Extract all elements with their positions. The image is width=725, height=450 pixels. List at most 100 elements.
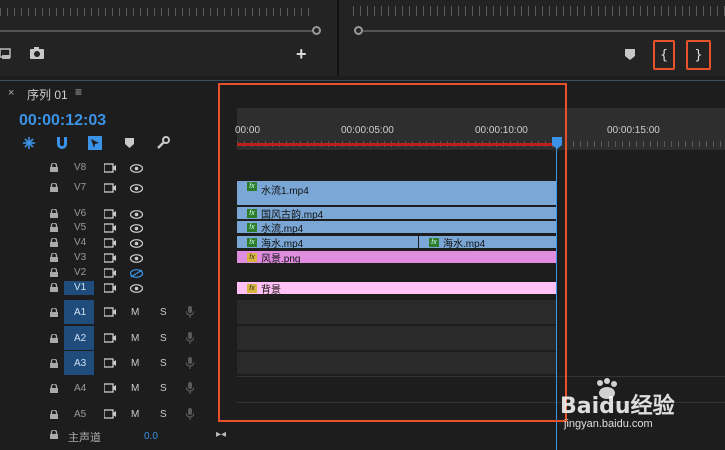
- microphone-icon[interactable]: [185, 332, 195, 347]
- solo-button[interactable]: S: [160, 383, 167, 394]
- eye-icon[interactable]: [129, 224, 144, 236]
- mute-button[interactable]: M: [131, 383, 139, 394]
- sequence-tab[interactable]: 序列 01: [27, 86, 68, 103]
- video-track-header-v2: V2: [0, 266, 237, 280]
- track-name: A4: [74, 383, 87, 394]
- microphone-icon[interactable]: [185, 357, 195, 372]
- solo-button[interactable]: S: [160, 409, 167, 420]
- film-icon[interactable]: [103, 183, 116, 196]
- track-name: V3: [74, 252, 87, 263]
- lock-icon[interactable]: [50, 252, 58, 265]
- playhead-timecode[interactable]: 00:00:12:03: [19, 112, 106, 130]
- add-button[interactable]: +: [296, 44, 307, 65]
- lock-icon[interactable]: [50, 307, 58, 320]
- watermark-brand: Baidu经验: [560, 394, 675, 419]
- film-icon[interactable]: [103, 383, 116, 396]
- lock-icon[interactable]: [50, 182, 58, 195]
- solo-button[interactable]: S: [160, 333, 167, 344]
- mute-button[interactable]: M: [131, 333, 139, 344]
- video-track-header-v8: V8: [0, 161, 237, 175]
- microphone-icon[interactable]: [185, 408, 195, 423]
- watermark-url: jingyan.baidu.com: [564, 418, 653, 430]
- lock-icon[interactable]: [50, 237, 58, 250]
- track-name: A2: [74, 333, 87, 344]
- microphone-icon[interactable]: [185, 306, 195, 321]
- source-scrub-bar[interactable]: [0, 30, 312, 32]
- track-name: V2: [74, 267, 87, 278]
- film-icon[interactable]: [103, 223, 116, 236]
- lock-icon[interactable]: [50, 358, 58, 371]
- track-name: V5: [74, 222, 87, 233]
- source-scrub-ticks: [0, 8, 315, 16]
- mark-out-button[interactable]: }: [686, 40, 711, 70]
- mute-button[interactable]: M: [131, 358, 139, 369]
- audio-track-header-a5: A5 M S: [0, 404, 237, 424]
- film-icon[interactable]: [103, 268, 116, 281]
- program-scrub-start-knob[interactable]: [354, 26, 363, 35]
- eye-icon[interactable]: [129, 184, 144, 196]
- program-scrub-ticks: [353, 6, 725, 16]
- film-icon[interactable]: [103, 333, 116, 346]
- snap-nest-icon[interactable]: [22, 136, 36, 153]
- lock-icon[interactable]: [50, 208, 58, 221]
- eye-icon[interactable]: [129, 239, 144, 251]
- master-track-label: 主声道: [68, 432, 101, 444]
- audio-track-header-a3: A3 M S: [0, 351, 237, 375]
- export-frame-icon[interactable]: [0, 48, 12, 60]
- video-track-header-v5: V5: [0, 221, 237, 235]
- track-name: V1: [74, 282, 87, 293]
- source-monitor: +: [0, 0, 337, 76]
- track-name: V8: [74, 162, 87, 173]
- track-name: V4: [74, 237, 87, 248]
- film-icon[interactable]: [103, 253, 116, 266]
- solo-button[interactable]: S: [160, 358, 167, 369]
- master-lock-icon[interactable]: [50, 429, 58, 442]
- eye-icon[interactable]: [129, 284, 144, 296]
- lock-icon[interactable]: [50, 222, 58, 235]
- audio-track-header-a4: A4 M S: [0, 378, 237, 398]
- film-icon[interactable]: [103, 307, 116, 320]
- eye-hidden-icon[interactable]: [129, 269, 144, 281]
- mute-button[interactable]: M: [131, 307, 139, 318]
- highlight-box: [218, 83, 567, 422]
- track-name: A3: [74, 358, 87, 369]
- video-track-header-v4: V4: [0, 236, 237, 250]
- lock-icon[interactable]: [50, 162, 58, 175]
- camera-icon[interactable]: [30, 47, 44, 59]
- snap-magnet-icon[interactable]: [55, 136, 69, 153]
- program-scrub-bar[interactable]: [363, 30, 725, 32]
- film-icon[interactable]: [103, 163, 116, 176]
- mute-button[interactable]: M: [131, 409, 139, 420]
- lock-icon[interactable]: [50, 267, 58, 280]
- tab-menu-icon[interactable]: ≡: [75, 85, 82, 99]
- linked-selection-icon[interactable]: [88, 136, 102, 153]
- ruler-tick-label: 00:00:15:00: [607, 125, 660, 136]
- add-marker-icon[interactable]: [625, 49, 635, 61]
- film-icon[interactable]: [103, 358, 116, 371]
- film-icon[interactable]: [103, 283, 116, 296]
- baidu-watermark: Baidu经验 jingyan.baidu.com: [560, 378, 720, 434]
- master-volume-value[interactable]: 0.0: [144, 431, 158, 442]
- eye-icon[interactable]: [129, 164, 144, 176]
- lock-icon[interactable]: [50, 409, 58, 422]
- audio-track-header-a2: A2 M S: [0, 326, 237, 350]
- add-marker-timeline-icon[interactable]: [125, 138, 134, 152]
- film-icon[interactable]: [103, 238, 116, 251]
- mark-in-button[interactable]: {: [653, 40, 675, 70]
- microphone-icon[interactable]: [185, 382, 195, 397]
- wrench-settings-icon[interactable]: [156, 136, 170, 153]
- expand-icon[interactable]: ▸◂: [216, 429, 226, 440]
- audio-track-header-a1: A1 M S: [0, 300, 237, 324]
- track-name: V6: [74, 208, 87, 219]
- film-icon[interactable]: [103, 409, 116, 422]
- eye-icon[interactable]: [129, 254, 144, 266]
- video-track-header-v7: V7: [0, 181, 237, 195]
- lock-icon[interactable]: [50, 282, 58, 295]
- solo-button[interactable]: S: [160, 307, 167, 318]
- lock-icon[interactable]: [50, 333, 58, 346]
- track-name: A5: [74, 409, 87, 420]
- track-name: A1: [74, 307, 87, 318]
- source-scrub-end-knob[interactable]: [312, 26, 321, 35]
- lock-icon[interactable]: [50, 383, 58, 396]
- close-tab-icon[interactable]: ×: [8, 87, 14, 99]
